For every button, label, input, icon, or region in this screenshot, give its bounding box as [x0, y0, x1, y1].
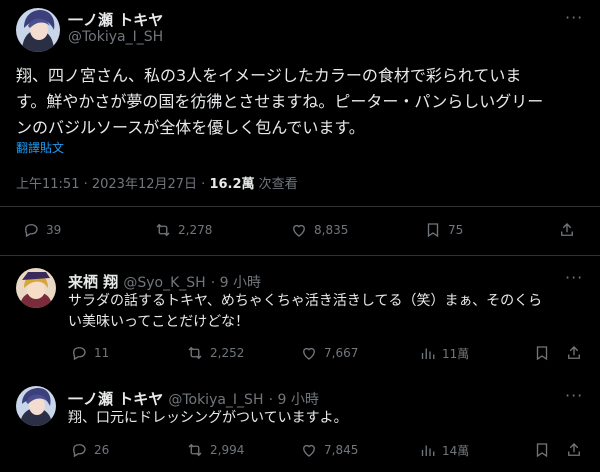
tweet-text-line: 翔、四ノ宮さん、私の3人をイメージしたカラーの食材で彩られていま: [16, 66, 522, 85]
divider: [0, 255, 600, 256]
tweet-text: 翔、四ノ宮さん、私の3人をイメージしたカラーの食材で彩られていま す。鮮やかさが…: [16, 63, 586, 141]
retweet-count: 2,994: [210, 443, 245, 457]
heart-icon: [303, 444, 315, 457]
reply-icon: [73, 444, 86, 458]
reply-header: 来栖 翔 @Syo_K_SH · 9 小時: [68, 271, 261, 292]
views-button[interactable]: 11萬: [418, 344, 469, 362]
reply-count: 39: [46, 223, 62, 237]
author-handle[interactable]: @Tokiya_I_SH: [68, 29, 163, 45]
views-count: 14萬: [442, 443, 470, 458]
reply-avatar[interactable]: [16, 386, 56, 426]
retweet-button[interactable]: 2,252: [186, 344, 244, 362]
bookmark-button[interactable]: [533, 441, 551, 459]
bookmark-icon: [536, 346, 548, 361]
reply-text-line: い美味いってことだけどな！: [68, 314, 250, 330]
like-button[interactable]: 7,667: [300, 344, 358, 362]
retweet-button[interactable]: 2,994: [186, 441, 244, 459]
like-count: 7,845: [324, 443, 359, 457]
share-button[interactable]: [565, 441, 583, 459]
tweet-timestamp: 上午11:51 · 2023年12月27日 · 16.2萬 次查看: [16, 173, 298, 192]
author-avatar[interactable]: [16, 8, 60, 52]
views-count: 16.2萬: [209, 177, 255, 192]
bookmark-icon: [427, 223, 439, 238]
bookmark-icon: [536, 443, 548, 458]
tweet-text-line: す。鮮やかさが夢の国を彷彿とさせますね。ピーター・パンらしいグリー: [16, 92, 544, 111]
reply-count: 26: [94, 443, 110, 457]
reply-time[interactable]: · 9 小時: [211, 275, 261, 291]
reply-author-name[interactable]: 来栖 翔: [68, 273, 118, 291]
bookmark-count: 75: [448, 223, 464, 237]
reply-text: 翔、口元にドレッシングがついていますよ。: [68, 408, 588, 429]
reply-author-handle[interactable]: @Tokiya_I_SH: [168, 392, 263, 408]
share-icon: [568, 346, 580, 359]
reply-icon: [73, 347, 86, 361]
reply-time[interactable]: · 9 小時: [269, 392, 319, 408]
share-icon: [568, 443, 580, 456]
retweet-count: 2,252: [210, 346, 245, 360]
views-label: 次查看: [254, 177, 298, 192]
reply-button[interactable]: 26: [70, 441, 109, 459]
author-name[interactable]: 一ノ瀬 トキヤ: [68, 9, 163, 30]
reply-header: 一ノ瀬 トキヤ @Tokiya_I_SH · 9 小時: [68, 388, 319, 409]
timestamp-text[interactable]: 上午11:51 · 2023年12月27日 ·: [16, 177, 209, 192]
bookmark-button[interactable]: 75: [424, 221, 463, 239]
reply-button[interactable]: 11: [70, 344, 109, 362]
retweet-icon: [188, 346, 202, 360]
bookmark-button[interactable]: [533, 344, 551, 362]
share-icon: [561, 223, 573, 236]
heart-icon: [293, 224, 305, 237]
retweet-icon: [188, 443, 202, 457]
views-chart-icon: [421, 348, 435, 359]
like-button[interactable]: 8,835: [290, 221, 348, 239]
reply-avatar[interactable]: [16, 268, 56, 308]
reply-author-name[interactable]: 一ノ瀬 トキヤ: [68, 390, 163, 408]
views-chart-icon: [421, 445, 435, 456]
share-button[interactable]: [565, 344, 583, 362]
like-button[interactable]: 7,845: [300, 441, 358, 459]
like-count: 7,667: [324, 346, 359, 360]
reply-icon: [25, 224, 38, 238]
divider: [0, 206, 600, 207]
reply-button[interactable]: 39: [22, 221, 61, 239]
tweet-text-line: ンのバジルソースが全体を優しく包んでいます。: [16, 118, 365, 137]
reply-text-line: サラダの話するトキヤ、めちゃくちゃ活き活きしてる（笑）まぁ、そのくら: [68, 293, 543, 309]
share-button[interactable]: [558, 221, 576, 239]
retweet-icon: [156, 223, 170, 237]
views-button[interactable]: 14萬: [418, 441, 469, 459]
more-options-icon[interactable]: ···: [565, 8, 583, 27]
reply-author-handle[interactable]: @Syo_K_SH: [123, 275, 205, 291]
more-options-icon[interactable]: ···: [565, 386, 583, 405]
views-count: 11萬: [442, 346, 470, 361]
more-options-icon[interactable]: ···: [565, 268, 583, 287]
like-count: 8,835: [314, 223, 349, 237]
translate-post-link[interactable]: 翻譯貼文: [16, 139, 64, 156]
reply-count: 11: [94, 346, 110, 360]
retweet-button[interactable]: 2,278: [154, 221, 212, 239]
reply-text-line: 翔、口元にドレッシングがついていますよ。: [68, 410, 348, 426]
retweet-count: 2,278: [178, 223, 213, 237]
heart-icon: [303, 347, 315, 360]
reply-text: サラダの話するトキヤ、めちゃくちゃ活き活きしてる（笑）まぁ、そのくら い美味いっ…: [68, 291, 588, 333]
